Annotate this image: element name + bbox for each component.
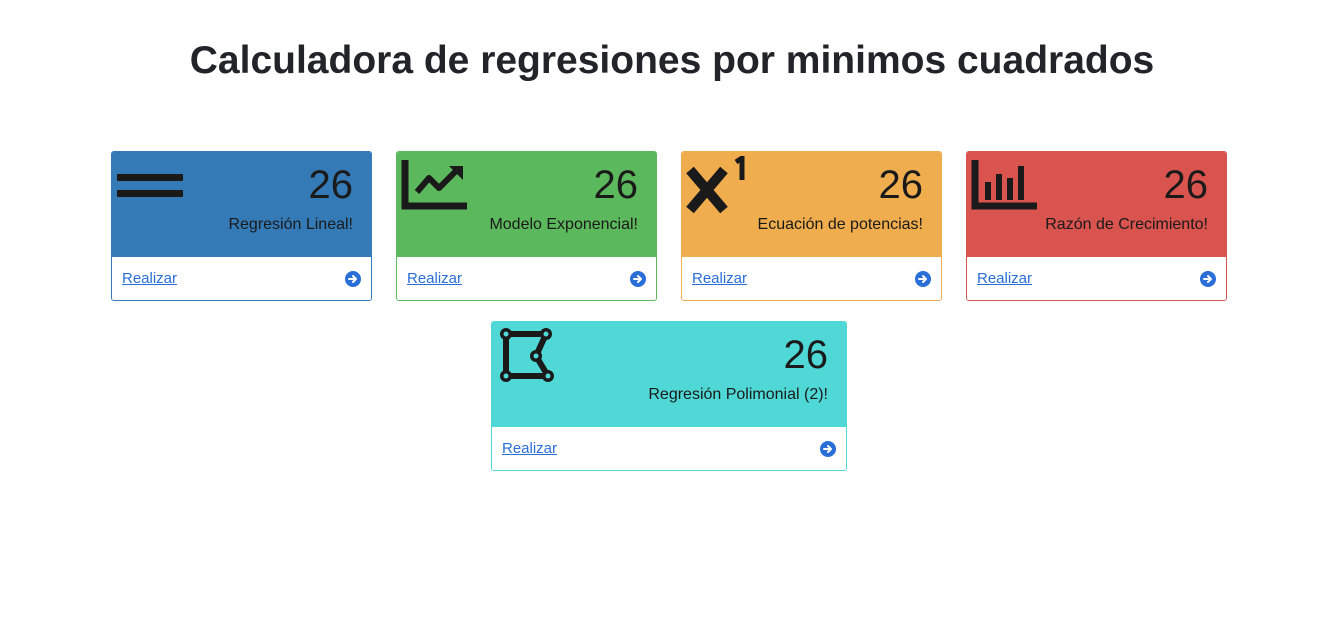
arrow-circle-right-icon[interactable]	[345, 271, 361, 287]
card-count: 26	[783, 333, 829, 377]
arrow-circle-right-icon[interactable]	[915, 271, 931, 287]
card-label: Ecuación de potencias!	[757, 216, 923, 233]
card-label: Modelo Exponencial!	[489, 216, 638, 233]
card-label: Razón de Crecimiento!	[1045, 216, 1208, 233]
equals-bars-icon	[117, 174, 183, 197]
page-title: Calculadora de regresiones por minimos c…	[189, 39, 1155, 82]
card-header: 26 Razón de Crecimiento!	[967, 152, 1226, 256]
card-count: 26	[308, 163, 354, 207]
card-header: 26 Modelo Exponencial!	[397, 152, 656, 256]
card-regresion-lineal: 26 Regresión Lineal! Realizar	[111, 151, 372, 301]
realizar-link[interactable]: Realizar	[977, 270, 1032, 288]
polygon-vector-icon	[500, 328, 554, 382]
card-footer: Realizar	[967, 256, 1226, 300]
card-footer: Realizar	[112, 256, 371, 300]
realizar-link[interactable]: Realizar	[502, 440, 557, 458]
bar-chart-icon	[971, 160, 1037, 210]
card-header: 26 Regresión Lineal!	[112, 152, 371, 256]
card-footer: Realizar	[397, 256, 656, 300]
realizar-link[interactable]: Realizar	[692, 270, 747, 288]
arrow-circle-right-icon[interactable]	[630, 271, 646, 287]
realizar-link[interactable]: Realizar	[122, 270, 177, 288]
card-count: 26	[1163, 163, 1209, 207]
arrow-circle-right-icon[interactable]	[1200, 271, 1216, 287]
card-header: 26 Ecuación de potencias!	[682, 152, 941, 256]
superscript-x-icon	[686, 156, 745, 214]
card-razon-crecimiento: 26 Razón de Crecimiento! Realizar	[966, 151, 1227, 301]
card-label: Regresión Lineal!	[228, 216, 353, 233]
card-count: 26	[593, 163, 639, 207]
card-header: 26 Regresión Polimonial (2)!	[492, 322, 846, 426]
card-footer: Realizar	[492, 426, 846, 470]
card-ecuacion-potencias: 26 Ecuación de potencias! Realizar	[681, 151, 942, 301]
card-count: 26	[878, 163, 924, 207]
realizar-link[interactable]: Realizar	[407, 270, 462, 288]
trending-chart-icon	[401, 160, 467, 210]
card-regresion-polimonial: 26 Regresión Polimonial (2)! Realizar	[491, 321, 847, 471]
arrow-circle-right-icon[interactable]	[820, 441, 836, 457]
card-modelo-exponencial: 26 Modelo Exponencial! Realizar	[396, 151, 657, 301]
card-label: Regresión Polimonial (2)!	[648, 386, 828, 403]
card-footer: Realizar	[682, 256, 941, 300]
